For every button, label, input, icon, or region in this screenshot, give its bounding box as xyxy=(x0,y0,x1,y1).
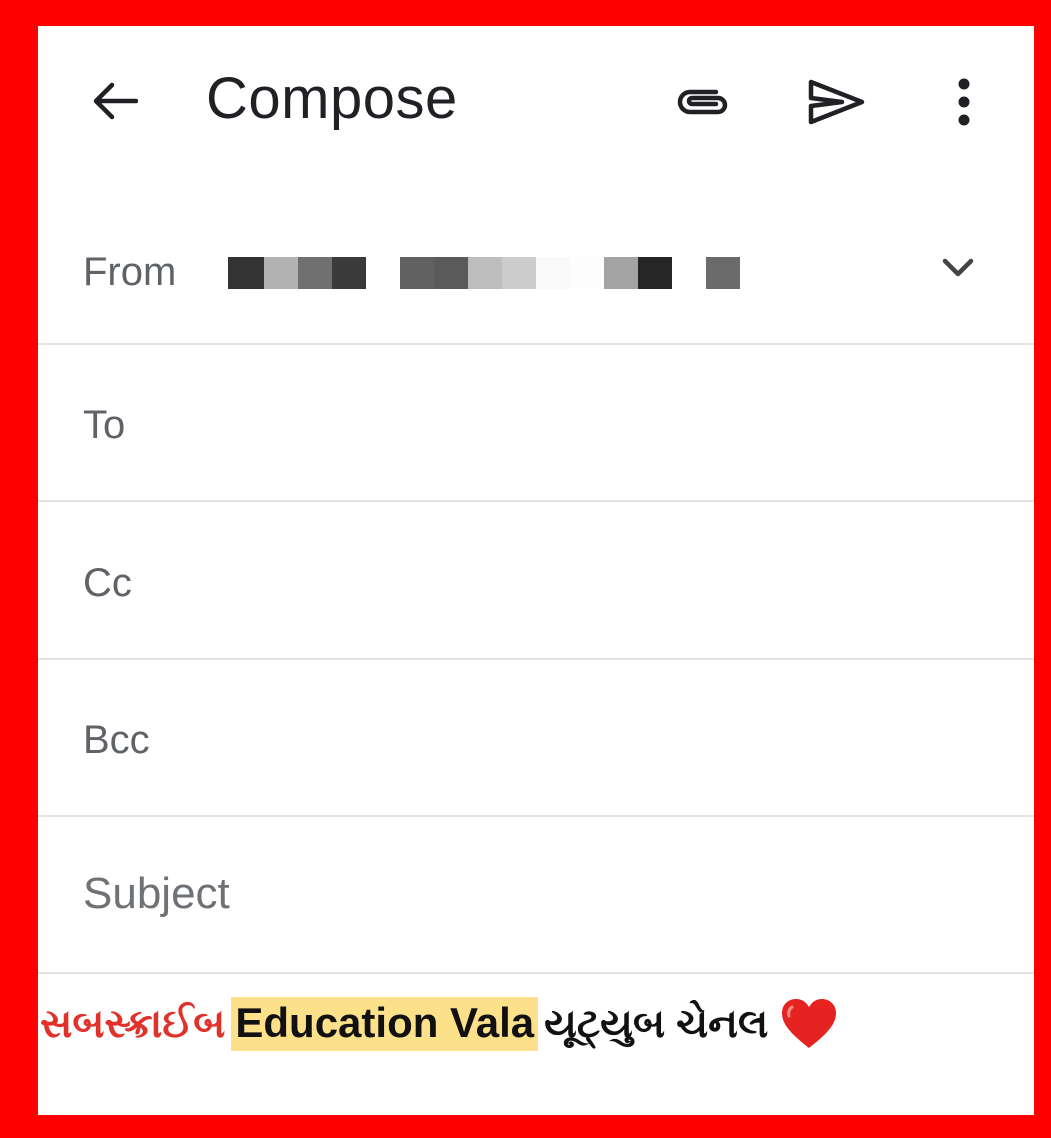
app-bar: Compose xyxy=(38,26,1034,176)
subject-input[interactable]: Subject xyxy=(83,869,230,919)
attach-button[interactable] xyxy=(670,70,734,134)
arrow-left-icon xyxy=(93,82,138,120)
banner-youtube-channel-text: યૂટ્યુબ ચેનલ xyxy=(544,1001,769,1046)
paperclip-icon xyxy=(677,89,728,115)
banner-channel-name: Education Vala xyxy=(231,997,539,1051)
to-label: To xyxy=(83,403,126,447)
send-button[interactable] xyxy=(804,70,868,134)
from-row[interactable]: From xyxy=(38,222,1034,342)
from-address-redacted xyxy=(228,257,740,289)
back-button[interactable] xyxy=(86,76,142,126)
heart-icon xyxy=(782,999,837,1048)
banner-subscribe-text: સબસ્ક્રાઈબ xyxy=(40,1001,226,1046)
divider xyxy=(38,972,1034,974)
to-field[interactable]: To xyxy=(38,345,1034,500)
subject-field[interactable]: Subject xyxy=(38,817,1034,972)
cc-label: Cc xyxy=(83,561,132,605)
subscribe-banner: સબસ્ક્રાઈબ Education Vala યૂટ્યુબ ચેનલ xyxy=(40,986,990,1062)
page-title: Compose xyxy=(206,66,458,131)
send-icon xyxy=(808,79,865,125)
more-vert-icon xyxy=(958,78,970,126)
bcc-label: Bcc xyxy=(83,718,150,762)
compose-screen: Compose From To Cc Bcc Subject xyxy=(38,26,1034,1115)
bcc-field[interactable]: Bcc xyxy=(38,660,1034,815)
from-label: From xyxy=(83,250,177,294)
more-options-button[interactable] xyxy=(932,70,996,134)
from-dropdown-button[interactable] xyxy=(938,248,978,288)
cc-field[interactable]: Cc xyxy=(38,502,1034,657)
chevron-down-icon xyxy=(942,258,974,277)
